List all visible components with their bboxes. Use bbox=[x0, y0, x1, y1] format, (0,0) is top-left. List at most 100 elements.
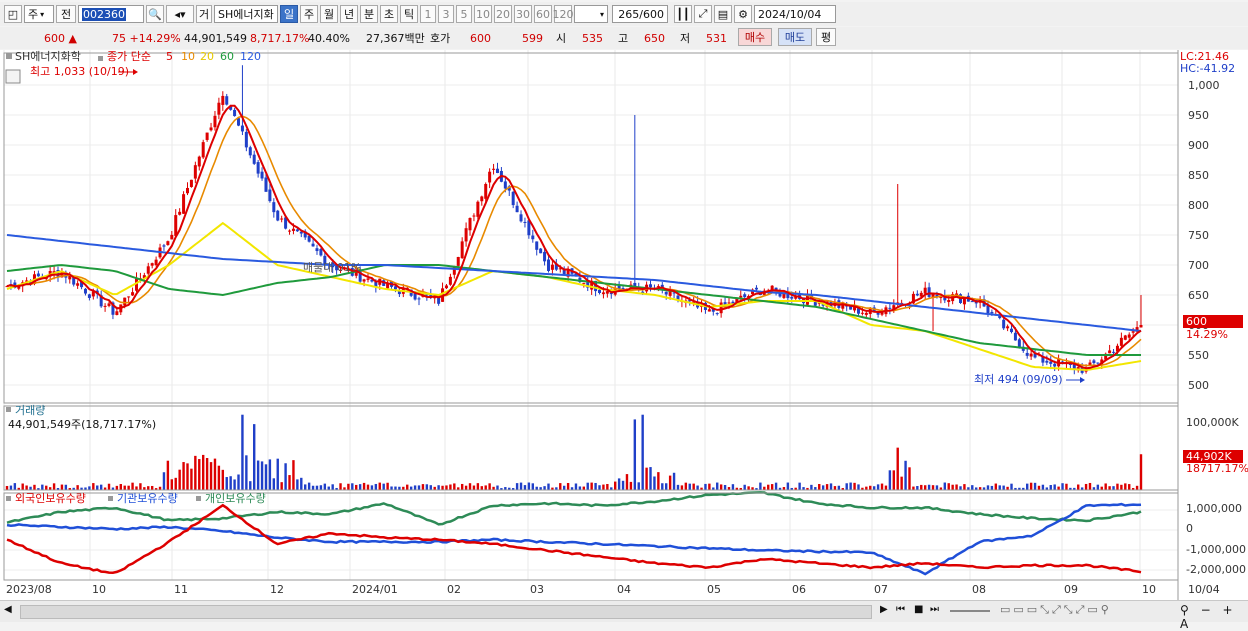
tab-day[interactable]: 일 bbox=[280, 5, 298, 23]
x-tick-label: 2023/08 bbox=[6, 583, 52, 596]
market-button[interactable]: 거 bbox=[196, 5, 212, 23]
candle-body bbox=[233, 109, 237, 117]
main-toolbar: ◰ 주 ▾ 전 002360 🔍 ◂▾ 거 SH에너지화 일 주 월 년 분 초 … bbox=[0, 2, 1248, 26]
crosshair-icon[interactable]: ⤢ bbox=[694, 5, 712, 23]
stock-name-field[interactable]: SH에너지화 bbox=[214, 5, 278, 23]
volume-bar bbox=[586, 482, 589, 490]
period-select[interactable]: 주 ▾ bbox=[24, 5, 54, 23]
volume-bar bbox=[692, 483, 695, 490]
volume-bar bbox=[245, 455, 248, 490]
volume-bar bbox=[1116, 483, 1119, 490]
speaker-icon[interactable]: ◂▾ bbox=[166, 5, 194, 23]
volume-bar bbox=[60, 484, 64, 490]
search-icon[interactable]: 🔍 bbox=[146, 5, 164, 23]
scroll-left-icon[interactable]: ◀ bbox=[4, 604, 12, 615]
volume-bar bbox=[916, 485, 919, 490]
volume-bar bbox=[166, 460, 170, 490]
stop-icon[interactable]: ■ bbox=[914, 604, 923, 615]
volume-bar bbox=[225, 477, 228, 490]
candle-icon[interactable]: ┃┃ bbox=[674, 5, 692, 23]
candle-body bbox=[162, 245, 166, 247]
volume-bar bbox=[1029, 482, 1033, 490]
tab-second[interactable]: 초 bbox=[380, 5, 398, 23]
interval-20[interactable]: 20 bbox=[494, 5, 512, 23]
stock-name: SH에너지화 bbox=[218, 8, 274, 21]
volume-bar bbox=[649, 467, 652, 490]
interval-label: 5 bbox=[460, 7, 468, 21]
interval-5[interactable]: 5 bbox=[456, 5, 472, 23]
eval-button[interactable]: 평 bbox=[816, 28, 836, 46]
tool-icons[interactable]: ▭▭▭⤡⤢⤡⤢▭⚲ bbox=[1000, 603, 1112, 617]
scroll-right-icon[interactable]: ▶ bbox=[880, 604, 888, 615]
scroll-thumb[interactable] bbox=[20, 605, 872, 619]
volume-bar bbox=[994, 483, 998, 490]
candle-body bbox=[83, 288, 87, 294]
volume-bar bbox=[716, 482, 719, 490]
zoom-controls[interactable]: ⚲ − + A bbox=[1180, 603, 1248, 631]
candle-body bbox=[123, 297, 127, 306]
tab-year[interactable]: 년 bbox=[340, 5, 358, 23]
volume-bar bbox=[233, 479, 236, 490]
forward-icon[interactable]: ⏭ bbox=[930, 604, 939, 615]
candle-body bbox=[727, 302, 731, 304]
volume-bar bbox=[150, 485, 154, 490]
candle-body bbox=[468, 218, 472, 231]
buy-button[interactable]: 매수 bbox=[738, 28, 772, 46]
volume-bar bbox=[445, 485, 448, 490]
volume-bar bbox=[484, 485, 487, 490]
volume-bar bbox=[1135, 485, 1139, 490]
volume-bar bbox=[272, 478, 276, 490]
prev-button[interactable]: 전 bbox=[56, 5, 76, 23]
tab-month[interactable]: 월 bbox=[320, 5, 338, 23]
zoom-slider[interactable] bbox=[950, 610, 990, 612]
calendar-icon[interactable] bbox=[5, 69, 21, 84]
period-select-value: 주 bbox=[28, 8, 39, 21]
candle-body bbox=[535, 241, 539, 250]
interval-30[interactable]: 30 bbox=[514, 5, 532, 23]
tab-label: 월 bbox=[323, 8, 335, 21]
candle-body bbox=[193, 165, 197, 179]
stock-chart[interactable]: 2023/08 10 11 12 2024/01 02 03 04 05 06 07 08 09 10 10… bbox=[0, 50, 1248, 600]
count-input[interactable]: 265/600 bbox=[612, 5, 668, 23]
volume-bar bbox=[853, 482, 856, 490]
rewind-icon[interactable]: ⏮ bbox=[896, 604, 905, 615]
candle-body bbox=[362, 279, 366, 282]
volume-bar bbox=[1037, 485, 1041, 490]
tab-tick[interactable]: 틱 bbox=[400, 5, 418, 23]
volume-bar bbox=[268, 459, 272, 490]
interval-3[interactable]: 3 bbox=[438, 5, 454, 23]
volume-bar bbox=[531, 483, 534, 490]
interval-60[interactable]: 60 bbox=[534, 5, 552, 23]
gear-icon[interactable]: ⚙ bbox=[734, 5, 752, 23]
interval-custom-select[interactable]: ▾ bbox=[574, 5, 608, 23]
volume-bar bbox=[665, 483, 668, 490]
tab-minute[interactable]: 분 bbox=[360, 5, 378, 23]
x-tick-label: 07 bbox=[874, 583, 888, 596]
candle-body bbox=[248, 147, 252, 156]
x-tick-label: 04 bbox=[617, 583, 631, 596]
volume-bar bbox=[135, 486, 138, 490]
volume-bar bbox=[417, 485, 421, 490]
sell-button[interactable]: 매도 bbox=[778, 28, 812, 46]
code-input[interactable]: 002360 bbox=[78, 5, 144, 23]
volume-bar bbox=[959, 486, 962, 490]
interval-120[interactable]: 120 bbox=[553, 5, 574, 23]
volume-bar bbox=[453, 483, 456, 490]
interval-10[interactable]: 10 bbox=[474, 5, 492, 23]
volume-bar bbox=[284, 463, 287, 490]
volume-bar bbox=[574, 483, 578, 490]
candle-body bbox=[1127, 334, 1131, 338]
horizontal-scrollbar[interactable]: ◀ ▶ ⏮ ■ ⏭ ▭▭▭⤡⤢⤡⤢▭⚲ ⚲ − + A bbox=[0, 600, 1248, 631]
chart-settings-icon[interactable]: ◰ bbox=[4, 5, 22, 23]
date-value: 2024/10/04 bbox=[758, 7, 822, 21]
current-volume-pct: 18717.17% bbox=[1186, 462, 1248, 475]
volume-bar bbox=[719, 484, 723, 490]
interval-1[interactable]: 1 bbox=[420, 5, 436, 23]
tab-week[interactable]: 주 bbox=[300, 5, 318, 23]
x-tick-label: 10 bbox=[1142, 583, 1156, 596]
date-input[interactable]: 2024/10/04 bbox=[754, 5, 836, 23]
candle-body bbox=[150, 263, 154, 266]
candle-body bbox=[444, 285, 448, 289]
save-icon[interactable]: ▤ bbox=[714, 5, 732, 23]
volume-bar bbox=[559, 483, 562, 490]
